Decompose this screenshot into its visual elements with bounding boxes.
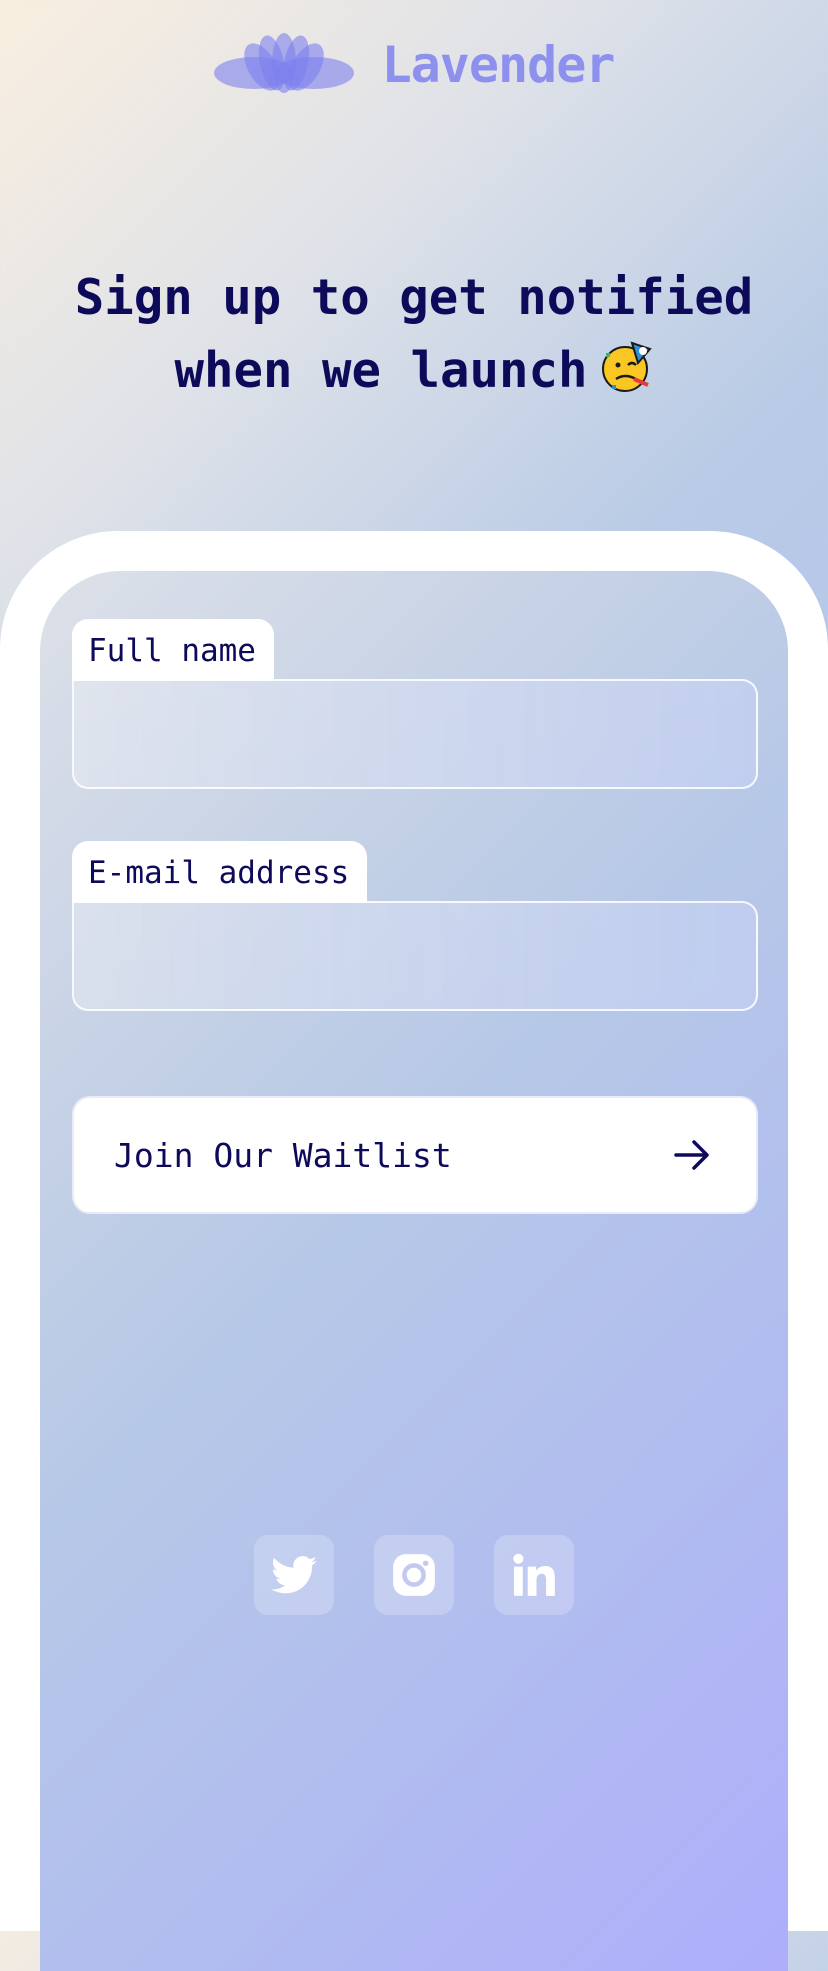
email-field-group: E-mail address — [72, 841, 758, 1011]
instagram-icon — [393, 1554, 435, 1596]
full-name-input[interactable] — [72, 679, 758, 789]
headline-line-1: Sign up to get notified — [74, 268, 754, 326]
brand-name: Lavender — [381, 36, 616, 94]
full-name-field-group: Full name — [72, 619, 758, 789]
social-links — [40, 1535, 788, 1615]
email-label: E-mail address — [72, 841, 368, 903]
headline-line-2-wrap: when we launch — [40, 334, 788, 407]
linkedin-icon — [513, 1553, 555, 1596]
instagram-link[interactable] — [374, 1535, 454, 1615]
partying-face-icon — [601, 341, 652, 392]
twitter-link[interactable] — [254, 1535, 334, 1615]
email-input[interactable] — [72, 901, 758, 1011]
full-name-label: Full name — [72, 619, 274, 681]
linkedin-link[interactable] — [494, 1535, 574, 1615]
brand-header: Lavender — [0, 30, 828, 100]
join-waitlist-button[interactable]: Join Our Waitlist — [72, 1096, 758, 1214]
page-title: Sign up to get notified when we launch — [40, 261, 788, 407]
twitter-icon — [271, 1556, 317, 1594]
arrow-right-icon — [674, 1140, 709, 1170]
lotus-icon — [213, 33, 354, 93]
headline-line-2: when we launch — [174, 341, 588, 399]
signup-panel: Full name E-mail address Join Our Waitli… — [40, 571, 788, 1971]
join-waitlist-label: Join Our Waitlist — [114, 1135, 452, 1175]
